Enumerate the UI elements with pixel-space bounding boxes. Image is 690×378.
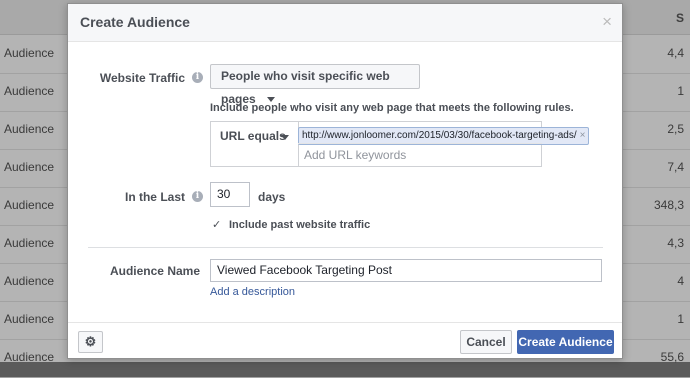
cancel-label: Cancel xyxy=(466,335,506,349)
days-input[interactable]: 30 xyxy=(210,182,250,207)
url-operator-dropdown[interactable]: URL equals xyxy=(211,122,299,166)
create-label: Create Audience xyxy=(518,335,613,349)
website-traffic-dropdown[interactable]: People who visit specific web pages xyxy=(210,64,420,106)
row-value: 1 xyxy=(677,84,684,98)
url-token-text: http://www.jonloomer.com/2015/03/30/face… xyxy=(302,130,577,141)
row-label: Audience xyxy=(4,198,55,212)
row-label: Audience xyxy=(4,122,55,136)
row-value: 4,4 xyxy=(667,46,684,60)
audience-name-label: Audience Name xyxy=(109,264,200,278)
remove-token-icon[interactable]: × xyxy=(580,130,586,141)
audience-name-value: Viewed Facebook Targeting Post xyxy=(217,263,393,277)
create-audience-dialog: Create Audience × Website Traffic i Peop… xyxy=(67,3,623,359)
row-value: 4 xyxy=(677,274,684,288)
gear-icon: ⚙ xyxy=(84,334,97,349)
footer-divider xyxy=(68,322,622,323)
column-header: S xyxy=(675,11,684,25)
row-value: 7,4 xyxy=(667,160,684,174)
website-traffic-label: Website Traffic xyxy=(99,71,185,85)
chevron-down-icon xyxy=(281,135,289,140)
days-value: 30 xyxy=(217,187,231,201)
include-past-label: Include past website traffic xyxy=(229,219,371,231)
cancel-button[interactable]: Cancel xyxy=(460,330,512,354)
info-icon[interactable]: i xyxy=(192,191,203,202)
create-audience-button[interactable]: Create Audience xyxy=(517,330,614,354)
include-past-checkbox[interactable]: ✓ xyxy=(212,219,224,231)
row-value: 2,5 xyxy=(667,122,684,136)
audience-name-input[interactable]: Viewed Facebook Targeting Post xyxy=(210,259,602,282)
divider xyxy=(88,247,603,248)
row-value: 4,3 xyxy=(667,236,684,250)
row-label: Audience xyxy=(4,236,55,250)
dialog-title: Create Audience xyxy=(80,14,190,30)
in-the-last-label: In the Last xyxy=(124,190,185,204)
website-traffic-selected: People who visit specific web pages xyxy=(221,69,390,106)
url-operator-label: URL equals xyxy=(220,129,286,143)
row-label: Audience xyxy=(4,160,55,174)
row-label: Audience xyxy=(4,84,55,98)
info-icon[interactable]: i xyxy=(192,72,203,83)
add-description-link[interactable]: Add a description xyxy=(210,286,295,298)
dialog-header: Create Audience × xyxy=(68,4,622,42)
row-label: Audience xyxy=(4,46,55,60)
settings-button[interactable]: ⚙ xyxy=(78,331,103,353)
row-label: Audience xyxy=(4,274,55,288)
row-value: 348,3 xyxy=(653,198,684,212)
divider xyxy=(298,143,542,144)
row-label: Audience xyxy=(4,312,55,326)
url-keywords-input[interactable]: Add URL keywords xyxy=(304,148,406,162)
days-unit-label: days xyxy=(258,190,286,204)
row-value: 1 xyxy=(677,312,684,326)
close-icon[interactable]: × xyxy=(602,12,612,32)
rules-hint: Include people who visit any web page th… xyxy=(210,102,574,114)
